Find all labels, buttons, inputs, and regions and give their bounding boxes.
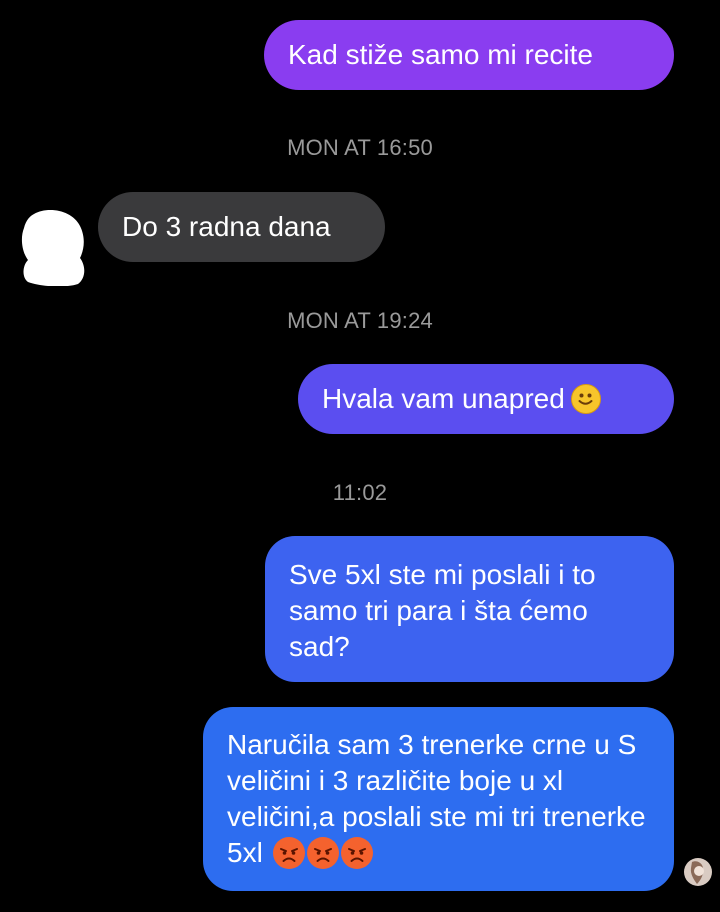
angry-face-icon [272, 836, 305, 869]
contact-avatar[interactable] [20, 208, 86, 287]
timestamp: MON AT 16:50 [287, 135, 433, 160]
slightly-smiling-face-icon [570, 383, 601, 414]
incoming-message-bubble[interactable]: Do 3 radna dana [98, 192, 385, 262]
outgoing-message-bubble[interactable]: Naručila sam 3 trenerke crne u S veličin… [203, 707, 674, 891]
angry-face-icon [306, 836, 339, 869]
angry-face-icon [340, 836, 373, 869]
outgoing-message-bubble[interactable]: Hvala vam unapred [298, 364, 674, 434]
outgoing-message-bubble[interactable]: Kad stiže samo mi recite [264, 20, 674, 90]
message-text: Do 3 radna dana [122, 211, 331, 242]
timestamp: 11:02 [332, 480, 388, 505]
outgoing-message-bubble[interactable]: Sve 5xl ste mi poslali i to samo tri par… [265, 536, 674, 682]
message-text: Hvala vam unapred [322, 383, 565, 414]
message-text: Kad stiže samo mi recite [288, 39, 593, 70]
redacted-avatar-shape [21, 210, 85, 287]
read-receipt-avatar [684, 858, 712, 886]
timestamp: MON AT 19:24 [287, 308, 433, 333]
message-text: Sve 5xl ste mi poslali i to samo tri par… [289, 559, 596, 662]
